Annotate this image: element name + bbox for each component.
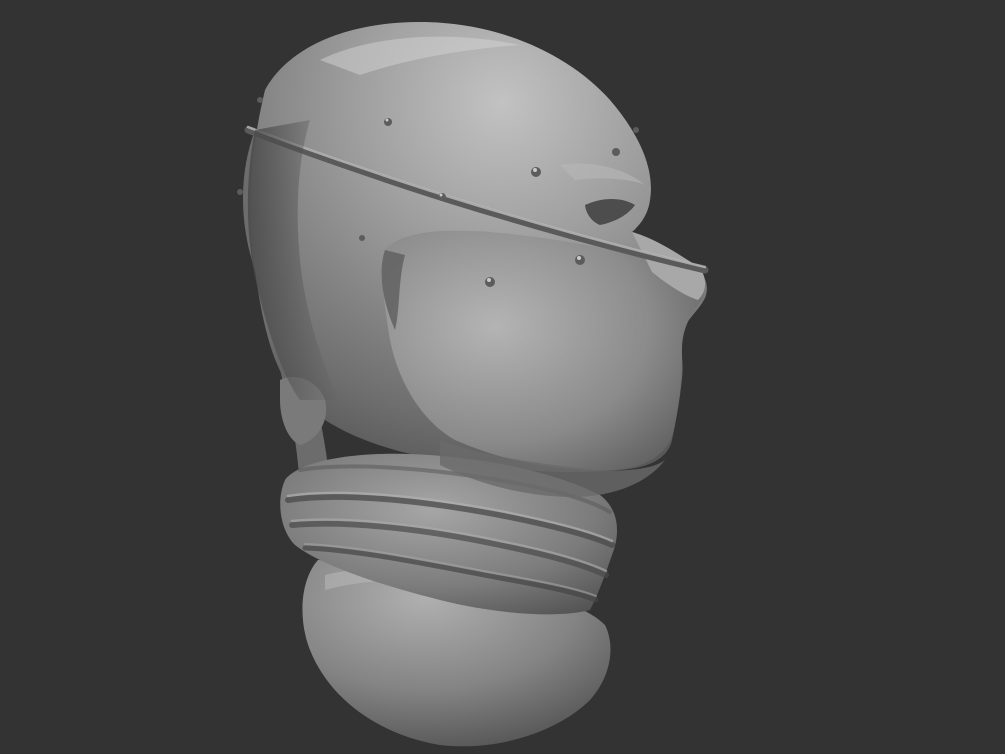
- sculpt-render[interactable]: [0, 0, 1005, 754]
- 3d-viewport[interactable]: [0, 0, 1005, 754]
